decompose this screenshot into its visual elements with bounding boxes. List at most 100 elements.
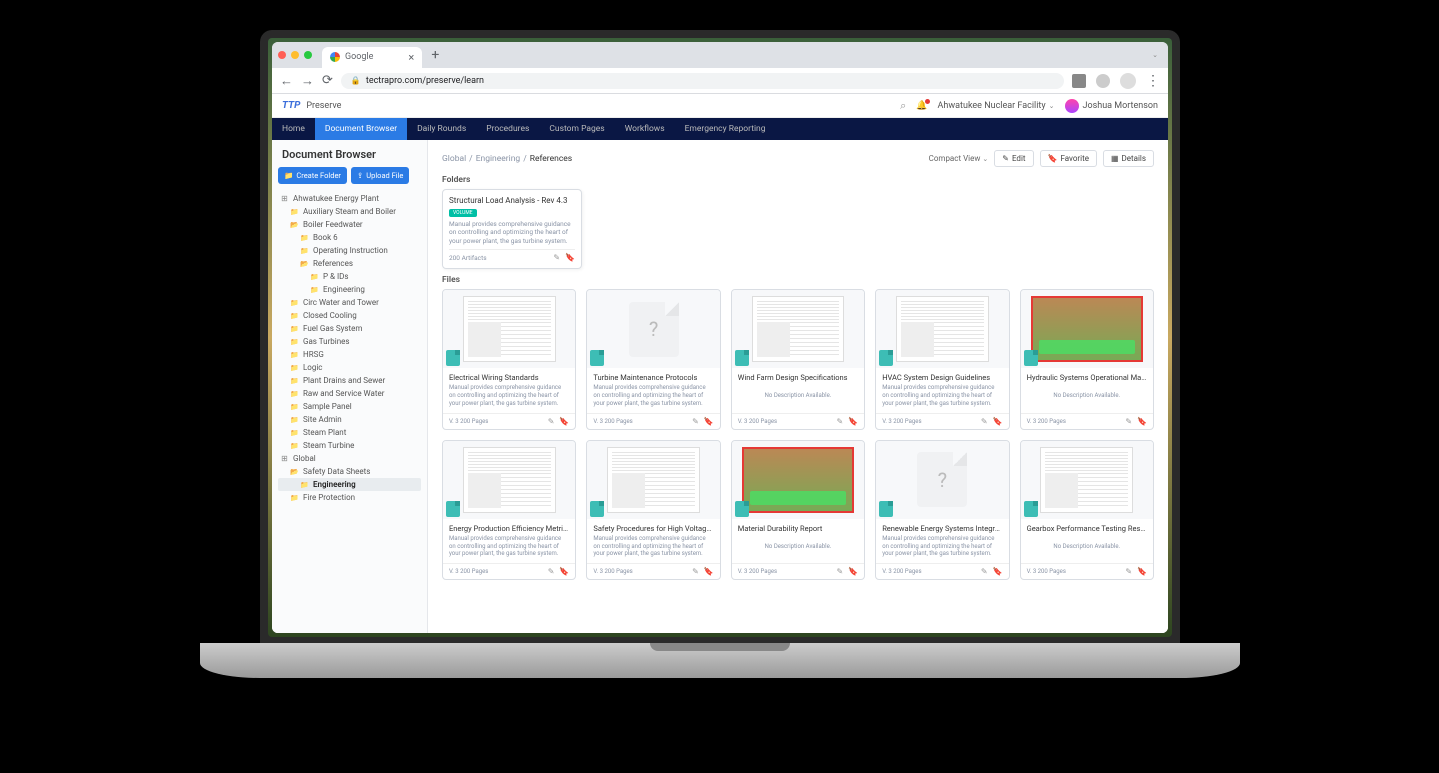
bookmark-icon[interactable]: 🔖 xyxy=(704,417,714,426)
nav-item-workflows[interactable]: Workflows xyxy=(615,118,675,140)
extension-icon[interactable] xyxy=(1072,74,1086,88)
nav-item-custom-pages[interactable]: Custom Pages xyxy=(539,118,614,140)
breadcrumb-item[interactable]: Engineering xyxy=(476,154,521,164)
tree-item-operating-instruction[interactable]: 📁Operating Instruction xyxy=(278,244,421,257)
forward-button[interactable]: → xyxy=(301,73,314,89)
file-type-badge-icon xyxy=(879,501,893,517)
pencil-icon[interactable]: ✎ xyxy=(837,417,844,426)
tree-item-site-admin[interactable]: 📁Site Admin xyxy=(278,413,421,426)
bookmark-icon[interactable]: 🔖 xyxy=(565,253,575,262)
pencil-icon[interactable]: ✎ xyxy=(1125,567,1132,576)
pencil-icon[interactable]: ✎ xyxy=(548,567,555,576)
tree-item-steam-plant[interactable]: 📁Steam Plant xyxy=(278,426,421,439)
tree-item-fire-protection[interactable]: 📁Fire Protection xyxy=(278,491,421,504)
location-selector[interactable]: Ahwatukee Nuclear Facility ⌄ xyxy=(938,101,1055,111)
nav-item-document-browser[interactable]: Document Browser xyxy=(315,118,407,140)
tree-item-sample-panel[interactable]: 📁Sample Panel xyxy=(278,400,421,413)
file-thumbnail: ? xyxy=(876,441,1008,519)
pencil-icon[interactable]: ✎ xyxy=(981,417,988,426)
bookmark-icon[interactable]: 🔖 xyxy=(1137,567,1147,576)
tree-item-steam-turbine[interactable]: 📁Steam Turbine xyxy=(278,439,421,452)
file-card[interactable]: Wind Farm Design SpecificationsNo Descri… xyxy=(731,289,865,429)
file-card[interactable]: Hydraulic Systems Operational ManualNo D… xyxy=(1020,289,1154,429)
bookmark-icon[interactable]: 🔖 xyxy=(993,417,1003,426)
reload-button[interactable]: ⟳ xyxy=(322,73,333,88)
nav-item-home[interactable]: Home xyxy=(272,118,315,140)
close-tab-button[interactable]: × xyxy=(408,51,414,64)
tree-item-ahwatukee-energy-plant[interactable]: ⊞Ahwatukee Energy Plant xyxy=(278,192,421,205)
tree-item-auxiliary-steam-and-boiler[interactable]: 📁Auxiliary Steam and Boiler xyxy=(278,205,421,218)
search-icon[interactable]: ⌕ xyxy=(900,99,906,113)
tree-item-hrsg[interactable]: 📁HRSG xyxy=(278,348,421,361)
folder-card[interactable]: Structural Load Analysis - Rev 4.3 Volum… xyxy=(442,189,582,269)
minimize-window-button[interactable] xyxy=(291,51,299,59)
file-card[interactable]: Energy Production Efficiency MetricsManu… xyxy=(442,440,576,580)
bookmark-icon[interactable]: 🔖 xyxy=(559,567,569,576)
extension-icon-2[interactable] xyxy=(1096,74,1110,88)
close-window-button[interactable] xyxy=(278,51,286,59)
bookmark-icon[interactable]: 🔖 xyxy=(704,567,714,576)
nav-item-daily-rounds[interactable]: Daily Rounds xyxy=(407,118,476,140)
user-menu[interactable]: Joshua Mortenson xyxy=(1065,99,1159,113)
bookmark-icon[interactable]: 🔖 xyxy=(848,417,858,426)
app-logo: TTP xyxy=(282,100,300,111)
tree-item-circ-water-and-tower[interactable]: 📁Circ Water and Tower xyxy=(278,296,421,309)
file-card[interactable]: Safety Procedures for High Voltage Sy...… xyxy=(586,440,720,580)
chrome-profile-avatar[interactable] xyxy=(1120,73,1136,89)
file-card[interactable]: ?Renewable Energy Systems Integratio...M… xyxy=(875,440,1009,580)
favorite-button[interactable]: 🔖 Favorite xyxy=(1040,150,1097,167)
tree-item-closed-cooling[interactable]: 📁Closed Cooling xyxy=(278,309,421,322)
main-content: Global/Engineering/References Compact Vi… xyxy=(428,140,1168,633)
create-folder-button[interactable]: 📁 Create Folder xyxy=(278,167,347,184)
tree-item-p-ids[interactable]: 📁P & IDs xyxy=(278,270,421,283)
tree-item-fuel-gas-system[interactable]: 📁Fuel Gas System xyxy=(278,322,421,335)
pencil-icon[interactable]: ✎ xyxy=(692,417,699,426)
maximize-window-button[interactable] xyxy=(304,51,312,59)
tree-item-plant-drains-and-sewer[interactable]: 📁Plant Drains and Sewer xyxy=(278,374,421,387)
browser-tab[interactable]: Google × xyxy=(322,47,422,68)
nav-item-procedures[interactable]: Procedures xyxy=(476,118,539,140)
edit-button[interactable]: ✎ Edit xyxy=(994,150,1033,167)
tree-item-references[interactable]: 📂References xyxy=(278,257,421,270)
tree-item-book-6[interactable]: 📁Book 6 xyxy=(278,231,421,244)
pencil-icon[interactable]: ✎ xyxy=(553,253,560,262)
nav-item-emergency-reporting[interactable]: Emergency Reporting xyxy=(675,118,776,140)
pencil-icon[interactable]: ✎ xyxy=(981,567,988,576)
back-button[interactable]: ← xyxy=(280,73,293,89)
tree-item-engineering[interactable]: 📁Engineering xyxy=(278,283,421,296)
file-meta: V. 3 200 Pages xyxy=(449,418,488,425)
bookmark-icon[interactable]: 🔖 xyxy=(848,567,858,576)
chrome-menu-button[interactable]: ⋮ xyxy=(1146,73,1160,89)
new-tab-button[interactable]: + xyxy=(426,46,444,64)
view-selector[interactable]: Compact View ⌄ xyxy=(929,154,989,163)
file-card[interactable]: Material Durability ReportNo Description… xyxy=(731,440,865,580)
tab-dropdown-icon[interactable]: ⌄ xyxy=(1152,51,1158,59)
folder-icon: 📁 xyxy=(290,493,299,502)
pencil-icon[interactable]: ✎ xyxy=(837,567,844,576)
file-card[interactable]: Electrical Wiring StandardsManual provid… xyxy=(442,289,576,429)
breadcrumb-item[interactable]: Global xyxy=(442,154,466,164)
tree-item-gas-turbines[interactable]: 📁Gas Turbines xyxy=(278,335,421,348)
bookmark-icon[interactable]: 🔖 xyxy=(559,417,569,426)
details-button[interactable]: ▦ Details xyxy=(1103,150,1154,167)
tree-item-safety-data-sheets[interactable]: 📂Safety Data Sheets xyxy=(278,465,421,478)
pencil-icon[interactable]: ✎ xyxy=(548,417,555,426)
file-card[interactable]: HVAC System Design GuidelinesManual prov… xyxy=(875,289,1009,429)
tab-title: Google xyxy=(345,52,373,62)
tree-item-raw-and-service-water[interactable]: 📁Raw and Service Water xyxy=(278,387,421,400)
bookmark-icon[interactable]: 🔖 xyxy=(993,567,1003,576)
bookmark-icon[interactable]: 🔖 xyxy=(1137,417,1147,426)
file-card[interactable]: ?Turbine Maintenance ProtocolsManual pro… xyxy=(586,289,720,429)
tree-item-engineering[interactable]: 📁Engineering xyxy=(278,478,421,491)
pencil-icon[interactable]: ✎ xyxy=(1125,417,1132,426)
pencil-icon[interactable]: ✎ xyxy=(692,567,699,576)
upload-file-button[interactable]: ⇪ Upload File xyxy=(351,167,409,184)
folder-icon: 📁 xyxy=(290,389,299,398)
folder-open-icon: 📂 xyxy=(290,220,299,229)
tree-item-logic[interactable]: 📁Logic xyxy=(278,361,421,374)
tree-item-global[interactable]: ⊞Global xyxy=(278,452,421,465)
tree-item-boiler-feedwater[interactable]: 📂Boiler Feedwater xyxy=(278,218,421,231)
notifications-button[interactable]: 🔔 xyxy=(916,101,927,111)
url-bar[interactable]: 🔒 tectrapro.com/preserve/learn xyxy=(341,73,1064,89)
file-card[interactable]: Gearbox Performance Testing ResultsNo De… xyxy=(1020,440,1154,580)
